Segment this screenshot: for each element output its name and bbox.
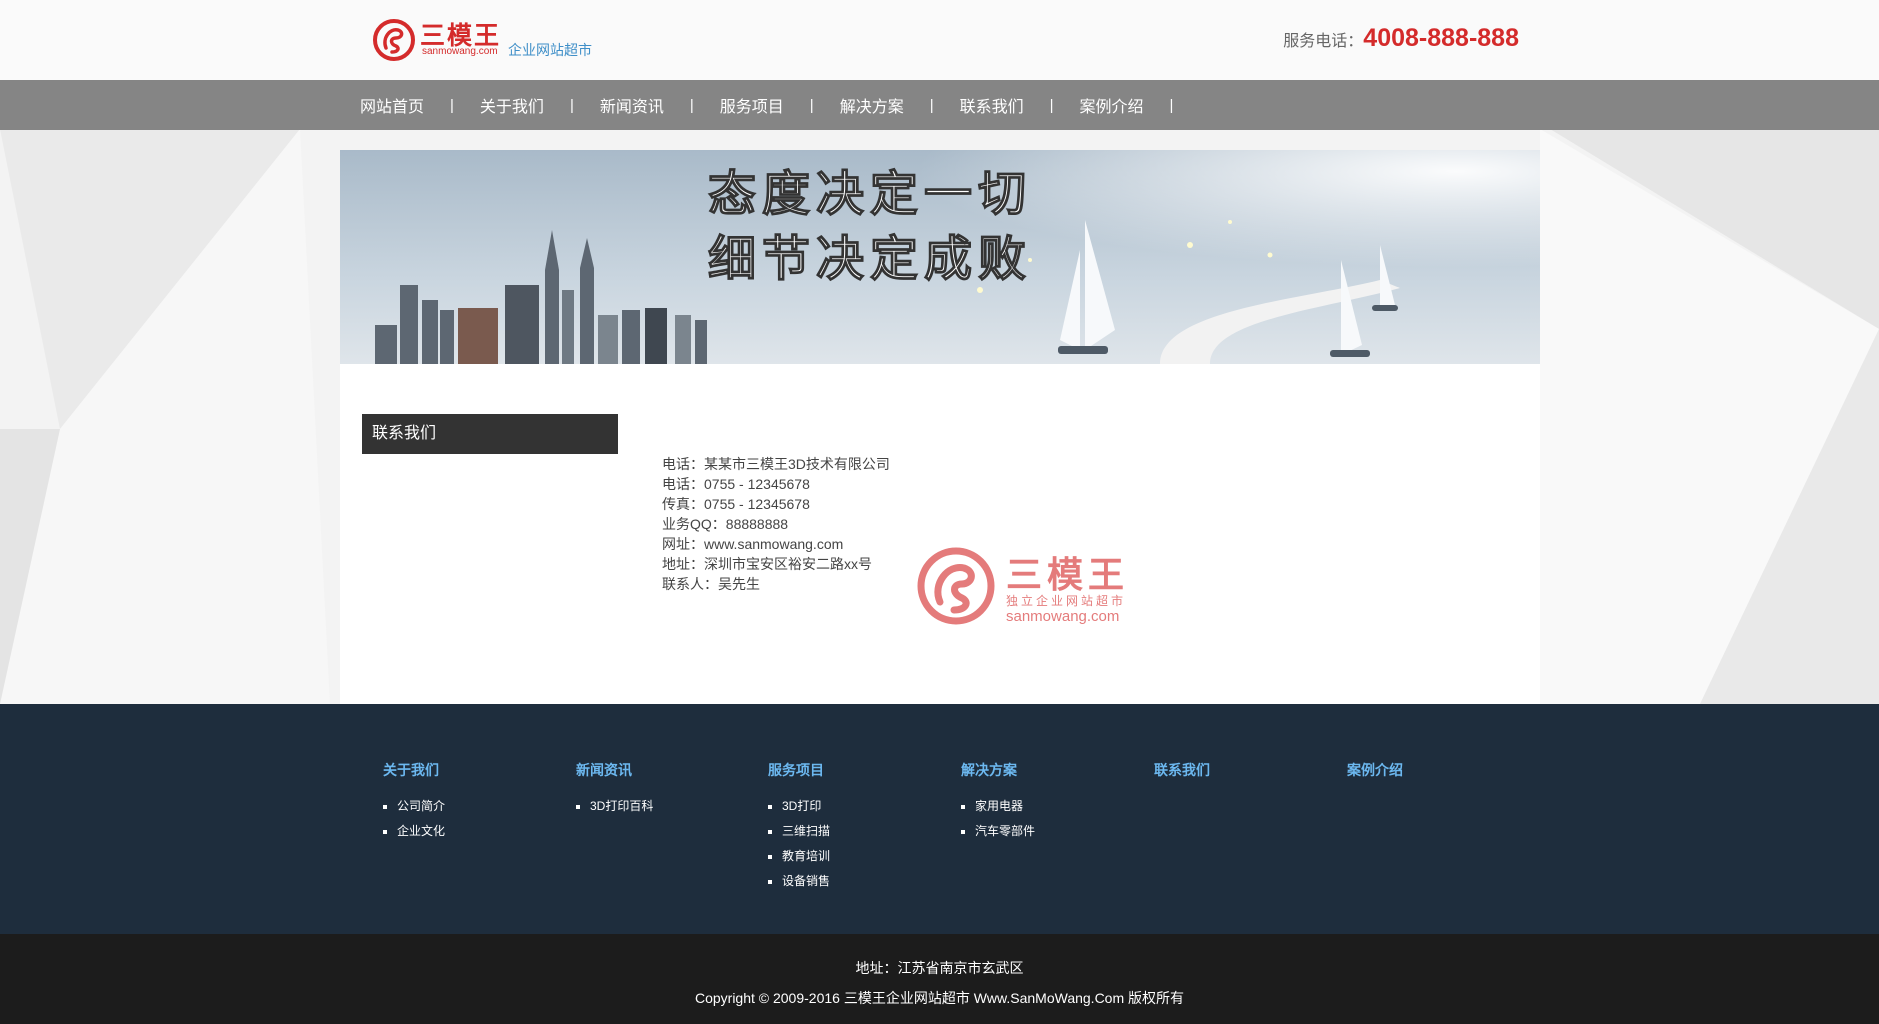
footer-link[interactable]: 3D打印 xyxy=(768,794,948,819)
nav-separator: | xyxy=(689,96,694,114)
footer-copyright: Copyright © 2009-2016 三模王企业网站超市 Www.SanM… xyxy=(694,990,1185,1006)
footer-col-about: 关于我们 公司简介 企业文化 xyxy=(383,760,563,844)
copyright-bar: 地址：江苏省南京市玄武区 Copyright © 2009-2016 三模王企业… xyxy=(0,934,1879,1024)
footer-col-title[interactable]: 服务项目 xyxy=(768,760,948,780)
footer-link[interactable]: 家用电器 xyxy=(961,794,1141,819)
nav-separator: | xyxy=(809,96,814,114)
contact-address: 地址：深圳市宝安区裕安二路xx号 xyxy=(662,556,872,572)
footer-col-services: 服务项目 3D打印 三维扫描 教育培训 设备销售 xyxy=(768,760,948,894)
contact-info: 电话：某某市三模王3D技术有限公司 电话：0755 - 12345678 传真：… xyxy=(662,454,890,594)
footer-link[interactable]: 设备销售 xyxy=(768,869,948,894)
contact-qq: 业务QQ：88888888 xyxy=(662,516,789,532)
footer-address: 地址：江苏省南京市玄武区 xyxy=(855,960,1024,976)
dragon-logo-icon xyxy=(373,19,415,61)
nav-solutions[interactable]: 解决方案 xyxy=(828,93,916,117)
footer-col-cases: 案例介绍 xyxy=(1347,760,1527,794)
sidebar-title: 联系我们 xyxy=(362,414,618,454)
nav-contact[interactable]: 联系我们 xyxy=(948,93,1036,117)
nav-separator: | xyxy=(450,96,454,114)
footer-link[interactable]: 汽车零部件 xyxy=(961,819,1141,844)
banner-image: 态度决定一切 细节决定成败 xyxy=(340,150,1540,364)
nav-cases[interactable]: 案例介绍 xyxy=(1068,93,1156,117)
hotline-number: 4008-888-888 xyxy=(1363,24,1519,52)
logo-tagline: 企业网站超市 xyxy=(508,42,592,58)
stamp-domain: sanmowang.com xyxy=(1006,608,1120,625)
contact-website[interactable]: 网址：www.sanmowang.com xyxy=(662,534,890,554)
service-hotline: 服务电话： 4008-888-888 xyxy=(1283,24,1519,53)
footer-col-news: 新闻资讯 3D打印百科 xyxy=(576,760,756,819)
footer-link[interactable]: 三维扫描 xyxy=(768,819,948,844)
brand-stamp: 三模王 独立企业网站超市 sanmowang.com xyxy=(916,546,1146,628)
footer-link[interactable]: 3D打印百科 xyxy=(576,794,756,819)
hotline-label: 服务电话： xyxy=(1283,33,1364,50)
site-footer: 关于我们 公司简介 企业文化 新闻资讯 3D打印百科 服务项目 3D打印 三维扫… xyxy=(0,704,1879,934)
main-content: 联系我们 电话：某某市三模王3D技术有限公司 电话：0755 - 1234567… xyxy=(340,364,1540,704)
footer-col-title[interactable]: 联系我们 xyxy=(1154,760,1334,780)
footer-link[interactable]: 企业文化 xyxy=(383,819,563,844)
contact-fax: 传真：0755 - 12345678 xyxy=(662,496,810,512)
banner-line1: 态度决定一切 xyxy=(708,166,1032,222)
nav-separator: | xyxy=(929,96,934,114)
hero-banner: 态度决定一切 细节决定成败 xyxy=(340,150,1540,364)
site-logo[interactable]: 三模王 sanmowang.com 企业网站超市 xyxy=(372,16,602,64)
nav-home[interactable]: 网站首页 xyxy=(348,93,436,117)
dragon-stamp-icon xyxy=(917,547,995,625)
stamp-sub: 独立企业网站超市 xyxy=(1006,594,1127,608)
nav-services[interactable]: 服务项目 xyxy=(708,93,796,117)
footer-col-solutions: 解决方案 家用电器 汽车零部件 xyxy=(961,760,1141,844)
nav-about[interactable]: 关于我们 xyxy=(468,93,556,117)
contact-phone: 电话：0755 - 12345678 xyxy=(662,476,810,492)
footer-col-title[interactable]: 解决方案 xyxy=(961,760,1141,780)
nav-news[interactable]: 新闻资讯 xyxy=(588,93,676,117)
contact-person: 联系人：吴先生 xyxy=(662,576,760,592)
stamp-name: 三模王 xyxy=(1006,555,1130,596)
banner-line2: 细节决定成败 xyxy=(708,231,1032,287)
nav-separator: | xyxy=(1169,96,1174,114)
footer-col-title[interactable]: 案例介绍 xyxy=(1347,760,1527,780)
main-nav: 网站首页 | 关于我们 | 新闻资讯 | 服务项目 | 解决方案 | 联系我们 … xyxy=(0,80,1879,130)
footer-col-title[interactable]: 关于我们 xyxy=(383,760,563,780)
footer-col-contact: 联系我们 xyxy=(1154,760,1334,794)
contact-company: 电话：某某市三模王3D技术有限公司 xyxy=(662,456,890,472)
footer-link[interactable]: 教育培训 xyxy=(768,844,948,869)
nav-separator: | xyxy=(569,96,574,114)
footer-link[interactable]: 公司简介 xyxy=(383,794,563,819)
nav-separator: | xyxy=(1049,96,1054,114)
logo-domain: sanmowang.com xyxy=(422,46,498,57)
site-header: 三模王 sanmowang.com 企业网站超市 服务电话： 4008-888-… xyxy=(0,0,1879,80)
footer-col-title[interactable]: 新闻资讯 xyxy=(576,760,756,780)
